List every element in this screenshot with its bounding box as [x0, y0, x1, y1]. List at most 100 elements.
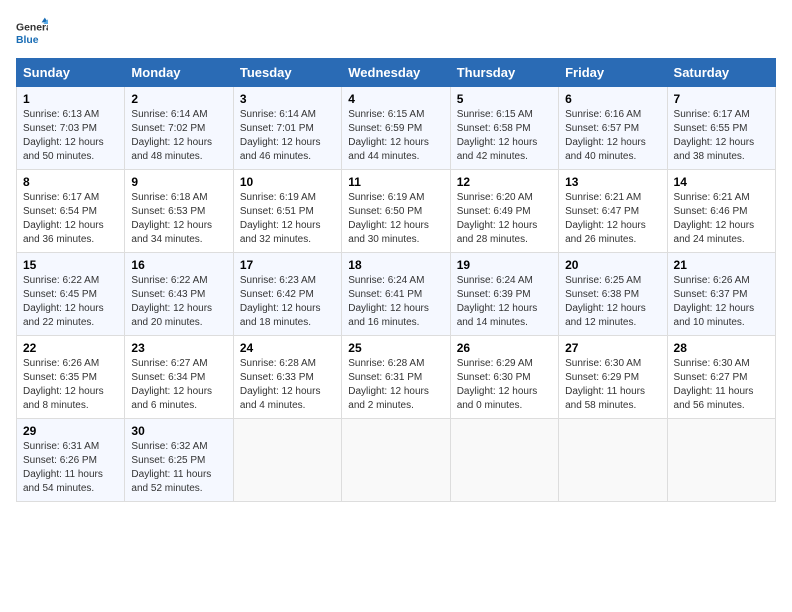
- day-number: 25: [348, 341, 443, 355]
- calendar-week-5: 29 Sunrise: 6:31 AMSunset: 6:26 PMDaylig…: [17, 419, 776, 502]
- calendar-cell: 24 Sunrise: 6:28 AMSunset: 6:33 PMDaylig…: [233, 336, 341, 419]
- day-info: Sunrise: 6:22 AMSunset: 6:43 PMDaylight:…: [131, 275, 212, 328]
- day-info: Sunrise: 6:14 AMSunset: 7:02 PMDaylight:…: [131, 109, 212, 162]
- day-info: Sunrise: 6:23 AMSunset: 6:42 PMDaylight:…: [240, 275, 321, 328]
- day-info: Sunrise: 6:15 AMSunset: 6:59 PMDaylight:…: [348, 109, 429, 162]
- day-info: Sunrise: 6:31 AMSunset: 6:26 PMDaylight:…: [23, 441, 103, 494]
- day-info: Sunrise: 6:19 AMSunset: 6:51 PMDaylight:…: [240, 192, 321, 245]
- calendar-cell: 2 Sunrise: 6:14 AMSunset: 7:02 PMDayligh…: [125, 87, 233, 170]
- day-number: 26: [457, 341, 552, 355]
- day-info: Sunrise: 6:18 AMSunset: 6:53 PMDaylight:…: [131, 192, 212, 245]
- day-info: Sunrise: 6:22 AMSunset: 6:45 PMDaylight:…: [23, 275, 104, 328]
- page-header: General Blue: [16, 16, 776, 48]
- column-header-tuesday: Tuesday: [233, 59, 341, 87]
- day-number: 4: [348, 92, 443, 106]
- day-info: Sunrise: 6:17 AMSunset: 6:54 PMDaylight:…: [23, 192, 104, 245]
- day-info: Sunrise: 6:21 AMSunset: 6:46 PMDaylight:…: [674, 192, 755, 245]
- day-info: Sunrise: 6:14 AMSunset: 7:01 PMDaylight:…: [240, 109, 321, 162]
- day-info: Sunrise: 6:28 AMSunset: 6:31 PMDaylight:…: [348, 358, 429, 411]
- day-number: 8: [23, 175, 118, 189]
- calendar-cell: 23 Sunrise: 6:27 AMSunset: 6:34 PMDaylig…: [125, 336, 233, 419]
- calendar-cell: 7 Sunrise: 6:17 AMSunset: 6:55 PMDayligh…: [667, 87, 775, 170]
- calendar-cell: 16 Sunrise: 6:22 AMSunset: 6:43 PMDaylig…: [125, 253, 233, 336]
- calendar-cell: [342, 419, 450, 502]
- logo-icon: General Blue: [16, 16, 48, 48]
- day-number: 6: [565, 92, 660, 106]
- calendar-cell: 17 Sunrise: 6:23 AMSunset: 6:42 PMDaylig…: [233, 253, 341, 336]
- day-number: 20: [565, 258, 660, 272]
- day-info: Sunrise: 6:16 AMSunset: 6:57 PMDaylight:…: [565, 109, 646, 162]
- calendar-week-3: 15 Sunrise: 6:22 AMSunset: 6:45 PMDaylig…: [17, 253, 776, 336]
- calendar-cell: 26 Sunrise: 6:29 AMSunset: 6:30 PMDaylig…: [450, 336, 558, 419]
- calendar-cell: [450, 419, 558, 502]
- column-header-sunday: Sunday: [17, 59, 125, 87]
- column-header-thursday: Thursday: [450, 59, 558, 87]
- calendar-cell: 27 Sunrise: 6:30 AMSunset: 6:29 PMDaylig…: [559, 336, 667, 419]
- day-number: 9: [131, 175, 226, 189]
- day-info: Sunrise: 6:30 AMSunset: 6:27 PMDaylight:…: [674, 358, 754, 411]
- calendar-cell: 19 Sunrise: 6:24 AMSunset: 6:39 PMDaylig…: [450, 253, 558, 336]
- calendar-cell: 12 Sunrise: 6:20 AMSunset: 6:49 PMDaylig…: [450, 170, 558, 253]
- day-number: 16: [131, 258, 226, 272]
- column-header-monday: Monday: [125, 59, 233, 87]
- day-number: 24: [240, 341, 335, 355]
- calendar-week-2: 8 Sunrise: 6:17 AMSunset: 6:54 PMDayligh…: [17, 170, 776, 253]
- day-number: 17: [240, 258, 335, 272]
- calendar-cell: 25 Sunrise: 6:28 AMSunset: 6:31 PMDaylig…: [342, 336, 450, 419]
- day-info: Sunrise: 6:17 AMSunset: 6:55 PMDaylight:…: [674, 109, 755, 162]
- calendar-cell: 20 Sunrise: 6:25 AMSunset: 6:38 PMDaylig…: [559, 253, 667, 336]
- calendar-week-1: 1 Sunrise: 6:13 AMSunset: 7:03 PMDayligh…: [17, 87, 776, 170]
- logo: General Blue: [16, 16, 48, 48]
- day-number: 27: [565, 341, 660, 355]
- svg-text:General: General: [16, 22, 48, 33]
- day-number: 18: [348, 258, 443, 272]
- calendar-cell: 22 Sunrise: 6:26 AMSunset: 6:35 PMDaylig…: [17, 336, 125, 419]
- calendar-cell: 9 Sunrise: 6:18 AMSunset: 6:53 PMDayligh…: [125, 170, 233, 253]
- day-info: Sunrise: 6:29 AMSunset: 6:30 PMDaylight:…: [457, 358, 538, 411]
- day-number: 14: [674, 175, 769, 189]
- calendar-cell: 6 Sunrise: 6:16 AMSunset: 6:57 PMDayligh…: [559, 87, 667, 170]
- day-info: Sunrise: 6:27 AMSunset: 6:34 PMDaylight:…: [131, 358, 212, 411]
- calendar-cell: 5 Sunrise: 6:15 AMSunset: 6:58 PMDayligh…: [450, 87, 558, 170]
- day-number: 10: [240, 175, 335, 189]
- day-info: Sunrise: 6:24 AMSunset: 6:41 PMDaylight:…: [348, 275, 429, 328]
- calendar-cell: 14 Sunrise: 6:21 AMSunset: 6:46 PMDaylig…: [667, 170, 775, 253]
- column-header-saturday: Saturday: [667, 59, 775, 87]
- calendar-cell: 29 Sunrise: 6:31 AMSunset: 6:26 PMDaylig…: [17, 419, 125, 502]
- calendar-cell: 8 Sunrise: 6:17 AMSunset: 6:54 PMDayligh…: [17, 170, 125, 253]
- day-number: 11: [348, 175, 443, 189]
- day-info: Sunrise: 6:32 AMSunset: 6:25 PMDaylight:…: [131, 441, 211, 494]
- calendar-cell: 10 Sunrise: 6:19 AMSunset: 6:51 PMDaylig…: [233, 170, 341, 253]
- day-info: Sunrise: 6:28 AMSunset: 6:33 PMDaylight:…: [240, 358, 321, 411]
- calendar-week-4: 22 Sunrise: 6:26 AMSunset: 6:35 PMDaylig…: [17, 336, 776, 419]
- calendar-cell: 21 Sunrise: 6:26 AMSunset: 6:37 PMDaylig…: [667, 253, 775, 336]
- calendar-cell: [233, 419, 341, 502]
- column-header-wednesday: Wednesday: [342, 59, 450, 87]
- day-number: 21: [674, 258, 769, 272]
- calendar-table: SundayMondayTuesdayWednesdayThursdayFrid…: [16, 58, 776, 502]
- day-info: Sunrise: 6:15 AMSunset: 6:58 PMDaylight:…: [457, 109, 538, 162]
- day-number: 12: [457, 175, 552, 189]
- calendar-cell: 18 Sunrise: 6:24 AMSunset: 6:41 PMDaylig…: [342, 253, 450, 336]
- calendar-cell: 28 Sunrise: 6:30 AMSunset: 6:27 PMDaylig…: [667, 336, 775, 419]
- day-info: Sunrise: 6:20 AMSunset: 6:49 PMDaylight:…: [457, 192, 538, 245]
- calendar-cell: 11 Sunrise: 6:19 AMSunset: 6:50 PMDaylig…: [342, 170, 450, 253]
- calendar-cell: 1 Sunrise: 6:13 AMSunset: 7:03 PMDayligh…: [17, 87, 125, 170]
- day-number: 3: [240, 92, 335, 106]
- day-number: 2: [131, 92, 226, 106]
- day-number: 5: [457, 92, 552, 106]
- day-number: 15: [23, 258, 118, 272]
- day-info: Sunrise: 6:21 AMSunset: 6:47 PMDaylight:…: [565, 192, 646, 245]
- day-number: 22: [23, 341, 118, 355]
- calendar-cell: [559, 419, 667, 502]
- calendar-cell: 30 Sunrise: 6:32 AMSunset: 6:25 PMDaylig…: [125, 419, 233, 502]
- day-number: 13: [565, 175, 660, 189]
- calendar-cell: 4 Sunrise: 6:15 AMSunset: 6:59 PMDayligh…: [342, 87, 450, 170]
- day-info: Sunrise: 6:26 AMSunset: 6:37 PMDaylight:…: [674, 275, 755, 328]
- column-header-friday: Friday: [559, 59, 667, 87]
- day-number: 29: [23, 424, 118, 438]
- day-info: Sunrise: 6:24 AMSunset: 6:39 PMDaylight:…: [457, 275, 538, 328]
- day-number: 30: [131, 424, 226, 438]
- day-number: 1: [23, 92, 118, 106]
- day-number: 7: [674, 92, 769, 106]
